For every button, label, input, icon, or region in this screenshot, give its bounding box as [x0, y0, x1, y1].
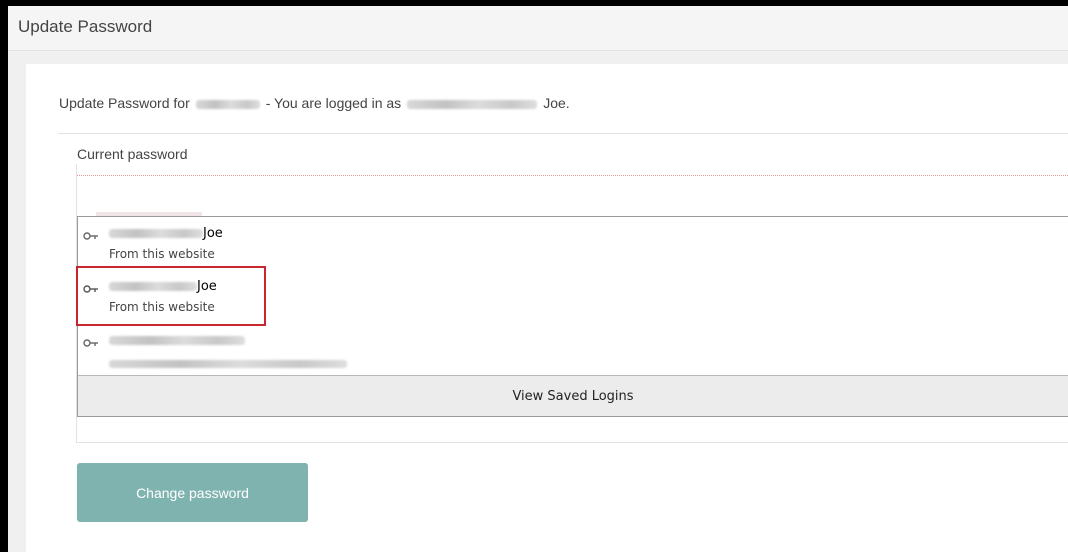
username-suffix: Joe: [197, 279, 217, 294]
autofill-dropdown: Joe From this website Joe From this webs…: [77, 216, 1068, 417]
divider: [58, 133, 1068, 134]
saved-login-source: [109, 356, 347, 370]
redacted-user-name: [407, 99, 538, 109]
content-layer: Update Password for - You are logged in a…: [0, 0, 1068, 552]
current-password-label: Current password: [77, 146, 188, 162]
saved-login-source: From this website: [109, 247, 215, 261]
key-icon: [83, 285, 98, 293]
saved-login-source: From this website: [109, 300, 215, 314]
intro-prefix: Update Password for: [59, 95, 190, 111]
key-icon: [83, 232, 98, 240]
intro-user-suffix: Joe: [543, 95, 566, 111]
saved-login-item[interactable]: Joe From this website: [78, 276, 1068, 326]
intro-text: Update Password for - You are logged in a…: [59, 95, 570, 111]
redacted-source: [109, 359, 347, 368]
redacted-username: [109, 229, 203, 238]
saved-login-username: Joe: [109, 279, 217, 294]
intro-separator: - You are logged in as: [265, 95, 402, 111]
saved-login-username: Joe: [109, 226, 223, 241]
view-saved-logins-button[interactable]: View Saved Logins: [78, 375, 1068, 416]
intro-end: .: [565, 95, 570, 111]
change-password-button[interactable]: Change password: [77, 463, 308, 522]
redacted-account-name: [195, 99, 260, 109]
current-password-input[interactable]: [77, 175, 1068, 215]
saved-login-username: [109, 333, 245, 348]
redacted-username: [109, 282, 197, 291]
redacted-username: [109, 336, 245, 345]
key-icon: [83, 339, 98, 347]
username-suffix: Joe: [203, 226, 223, 241]
saved-login-item[interactable]: [78, 330, 1068, 380]
saved-login-item[interactable]: Joe From this website: [78, 223, 1068, 273]
